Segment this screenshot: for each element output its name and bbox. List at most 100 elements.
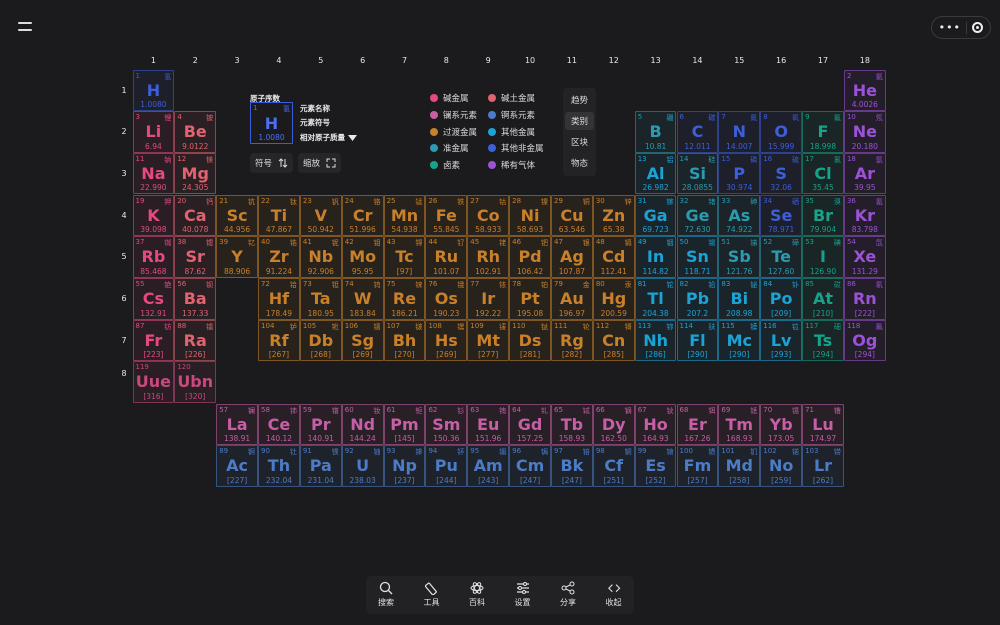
element-cell-hs[interactable]: 108 𬭶 Hs [269] bbox=[425, 319, 468, 362]
element-cell-w[interactable]: 74 钨 W 183.84 bbox=[341, 278, 384, 320]
element-cell-ni[interactable]: 28 镍 Ni 58.693 bbox=[509, 194, 551, 237]
element-cell-cl[interactable]: 17 氯 Cl 35.45 bbox=[802, 152, 844, 195]
element-cell-ba[interactable]: 56 钡 Ba 137.33 bbox=[174, 278, 217, 320]
tab-view-mode[interactable]: 物态 bbox=[565, 154, 594, 172]
element-cell-be[interactable]: 4 铍 Be 9.0122 bbox=[174, 111, 217, 153]
element-cell-pa[interactable]: 91 镤 Pa 231.04 bbox=[299, 445, 342, 487]
element-cell-ir[interactable]: 77 铱 Ir 192.22 bbox=[467, 278, 510, 320]
element-cell-p[interactable]: 15 磷 P 30.974 bbox=[718, 152, 761, 195]
element-cell-kr[interactable]: 36 氪 Kr 83.798 bbox=[843, 194, 886, 237]
element-cell-ag[interactable]: 47 银 Ag 107.87 bbox=[551, 236, 593, 278]
element-cell-er[interactable]: 68 铒 Er 167.26 bbox=[676, 403, 719, 446]
element-cell-cs[interactable]: 55 铯 Cs 132.91 bbox=[132, 278, 175, 320]
element-cell-no[interactable]: 102 锘 No [259] bbox=[760, 445, 803, 487]
element-cell-ge[interactable]: 32 锗 Ge 72.630 bbox=[676, 194, 719, 237]
tab-view-mode[interactable]: 趋势 bbox=[565, 91, 594, 109]
toolbar-search-button[interactable]: 搜索 bbox=[366, 579, 406, 608]
element-cell-tl[interactable]: 81 铊 Tl 204.38 bbox=[634, 278, 677, 320]
element-cell-sg[interactable]: 106 𬭳 Sg [269] bbox=[341, 319, 384, 362]
element-cell-rg[interactable]: 111 𬬭 Rg [282] bbox=[551, 319, 593, 362]
element-cell-sn[interactable]: 50 锡 Sn 118.71 bbox=[676, 236, 719, 278]
element-cell-ne[interactable]: 10 氖 Ne 20.180 bbox=[843, 111, 886, 153]
element-cell-i[interactable]: 53 碘 I 126.90 bbox=[802, 236, 844, 278]
element-cell-co[interactable]: 27 钴 Co 58.933 bbox=[467, 194, 510, 237]
element-cell-bh[interactable]: 107 𬭛 Bh [270] bbox=[383, 319, 426, 362]
element-cell-bi[interactable]: 83 铋 Bi 208.98 bbox=[718, 278, 761, 320]
element-cell-am[interactable]: 95 镅 Am [243] bbox=[467, 445, 510, 487]
element-cell-nd[interactable]: 60 钕 Nd 144.24 bbox=[341, 403, 384, 446]
element-cell-ar[interactable]: 18 氩 Ar 39.95 bbox=[843, 152, 886, 195]
toolbar-share-button[interactable]: 分享 bbox=[548, 579, 588, 608]
close-miniprogram-icon[interactable] bbox=[972, 22, 984, 33]
legend-item[interactable]: 过渡金属 bbox=[430, 126, 477, 138]
element-cell-ts[interactable]: 117 鿬 Ts [294] bbox=[802, 319, 844, 362]
element-cell-nh[interactable]: 113 鿭 Nh [286] bbox=[634, 319, 677, 362]
element-cell-pd[interactable]: 46 钯 Pd 106.42 bbox=[509, 236, 551, 278]
element-cell-nb[interactable]: 41 铌 Nb 92.906 bbox=[299, 236, 342, 278]
element-cell-zr[interactable]: 40 锆 Zr 91.224 bbox=[258, 236, 300, 278]
legend-item[interactable]: 镧系元素 bbox=[430, 109, 477, 121]
element-cell-re[interactable]: 75 铼 Re 186.21 bbox=[383, 278, 426, 320]
element-cell-na[interactable]: 11 钠 Na 22.990 bbox=[132, 152, 175, 195]
element-cell-mg[interactable]: 12 镁 Mg 24.305 bbox=[174, 152, 217, 195]
legend-item[interactable]: 卤素 bbox=[430, 159, 460, 171]
element-cell-mn[interactable]: 25 锰 Mn 54.938 bbox=[383, 194, 426, 237]
element-cell-ti[interactable]: 22 钛 Ti 47.867 bbox=[258, 194, 300, 237]
element-cell-mt[interactable]: 109 鿏 Mt [277] bbox=[467, 319, 510, 362]
element-cell-ho[interactable]: 67 钬 Ho 164.93 bbox=[634, 403, 677, 446]
legend-item[interactable]: 准金属 bbox=[430, 142, 469, 154]
element-cell-cm[interactable]: 96 锔 Cm [247] bbox=[509, 445, 551, 487]
element-cell-po[interactable]: 84 钋 Po [209] bbox=[760, 278, 803, 320]
element-cell-th[interactable]: 90 钍 Th 232.04 bbox=[258, 445, 300, 487]
element-cell-lu[interactable]: 71 镥 Lu 174.97 bbox=[802, 403, 844, 446]
element-cell-h[interactable]: 1 氢 H 1.0080 bbox=[132, 69, 175, 112]
tab-view-mode[interactable]: 类别 bbox=[565, 112, 594, 130]
element-cell-rf[interactable]: 104 𬬻 Rf [267] bbox=[258, 319, 300, 362]
element-cell-pm[interactable]: 61 钷 Pm [145] bbox=[383, 403, 426, 446]
element-cell-te[interactable]: 52 碲 Te 127.60 bbox=[760, 236, 803, 278]
element-cell-br[interactable]: 35 溴 Br 79.904 bbox=[802, 194, 844, 237]
element-cell-rn[interactable]: 86 氡 Rn [222] bbox=[843, 278, 886, 320]
element-cell-cu[interactable]: 29 铜 Cu 63.546 bbox=[551, 194, 593, 237]
element-cell-md[interactable]: 101 钔 Md [258] bbox=[718, 445, 761, 487]
element-cell-ubn[interactable]: 120 Ubn [320] bbox=[174, 361, 217, 403]
element-cell-sb[interactable]: 51 锑 Sb 121.76 bbox=[718, 236, 761, 278]
element-cell-hg[interactable]: 80 汞 Hg 200.59 bbox=[592, 278, 635, 320]
legend-item[interactable]: 其他金属 bbox=[488, 126, 535, 138]
element-cell-at[interactable]: 85 砹 At [210] bbox=[802, 278, 844, 320]
element-cell-rh[interactable]: 45 铑 Rh 102.91 bbox=[467, 236, 510, 278]
element-cell-lr[interactable]: 103 铹 Lr [262] bbox=[802, 445, 844, 487]
element-cell-c[interactable]: 6 碳 C 12.011 bbox=[676, 111, 719, 153]
menu-icon[interactable] bbox=[18, 22, 32, 34]
element-cell-pu[interactable]: 94 钚 Pu [244] bbox=[425, 445, 468, 487]
element-cell-ac[interactable]: 89 锕 Ac [227] bbox=[216, 445, 258, 487]
element-cell-bk[interactable]: 97 锫 Bk [247] bbox=[551, 445, 593, 487]
element-cell-xe[interactable]: 54 氙 Xe 131.29 bbox=[843, 236, 886, 278]
element-cell-he[interactable]: 2 氦 He 4.0026 bbox=[843, 69, 886, 112]
toolbar-atom-button[interactable]: 百科 bbox=[457, 579, 497, 608]
element-cell-hf[interactable]: 72 铪 Hf 178.49 bbox=[258, 278, 300, 320]
element-cell-as[interactable]: 33 砷 As 74.922 bbox=[718, 194, 761, 237]
element-cell-tc[interactable]: 43 锝 Tc [97] bbox=[383, 236, 426, 278]
element-cell-sc[interactable]: 21 钪 Sc 44.956 bbox=[216, 194, 258, 237]
element-cell-ta[interactable]: 73 钽 Ta 180.95 bbox=[299, 278, 342, 320]
element-cell-ru[interactable]: 44 钌 Ru 101.07 bbox=[425, 236, 468, 278]
element-cell-ca[interactable]: 20 钙 Ca 40.078 bbox=[174, 194, 217, 237]
element-cell-in[interactable]: 49 铟 In 114.82 bbox=[634, 236, 677, 278]
element-cell-se[interactable]: 34 硒 Se 78.971 bbox=[760, 194, 803, 237]
element-cell-tb[interactable]: 65 铽 Tb 158.93 bbox=[551, 403, 593, 446]
tab-view-mode[interactable]: 区块 bbox=[565, 133, 594, 151]
legend-item[interactable]: 其他非金属 bbox=[488, 142, 544, 154]
element-cell-fl[interactable]: 114 𫓧 Fl [290] bbox=[676, 319, 719, 362]
element-cell-cd[interactable]: 48 镉 Cd 112.41 bbox=[592, 236, 635, 278]
element-cell-ce[interactable]: 58 铈 Ce 140.12 bbox=[258, 403, 300, 446]
element-cell-pb[interactable]: 82 铅 Pb 207.2 bbox=[676, 278, 719, 320]
element-cell-es[interactable]: 99 锿 Es [252] bbox=[634, 445, 677, 487]
element-cell-og[interactable]: 118 鿫 Og [294] bbox=[843, 319, 886, 362]
toolbar-tool-button[interactable]: 工具 bbox=[412, 579, 452, 608]
element-cell-cn[interactable]: 112 鿔 Cn [285] bbox=[592, 319, 635, 362]
element-cell-la[interactable]: 57 镧 La 138.91 bbox=[216, 403, 258, 446]
element-cell-si[interactable]: 14 硅 Si 28.0855 bbox=[676, 152, 719, 195]
element-cell-v[interactable]: 23 钒 V 50.942 bbox=[299, 194, 342, 237]
element-cell-db[interactable]: 105 𬭊 Db [268] bbox=[299, 319, 342, 362]
